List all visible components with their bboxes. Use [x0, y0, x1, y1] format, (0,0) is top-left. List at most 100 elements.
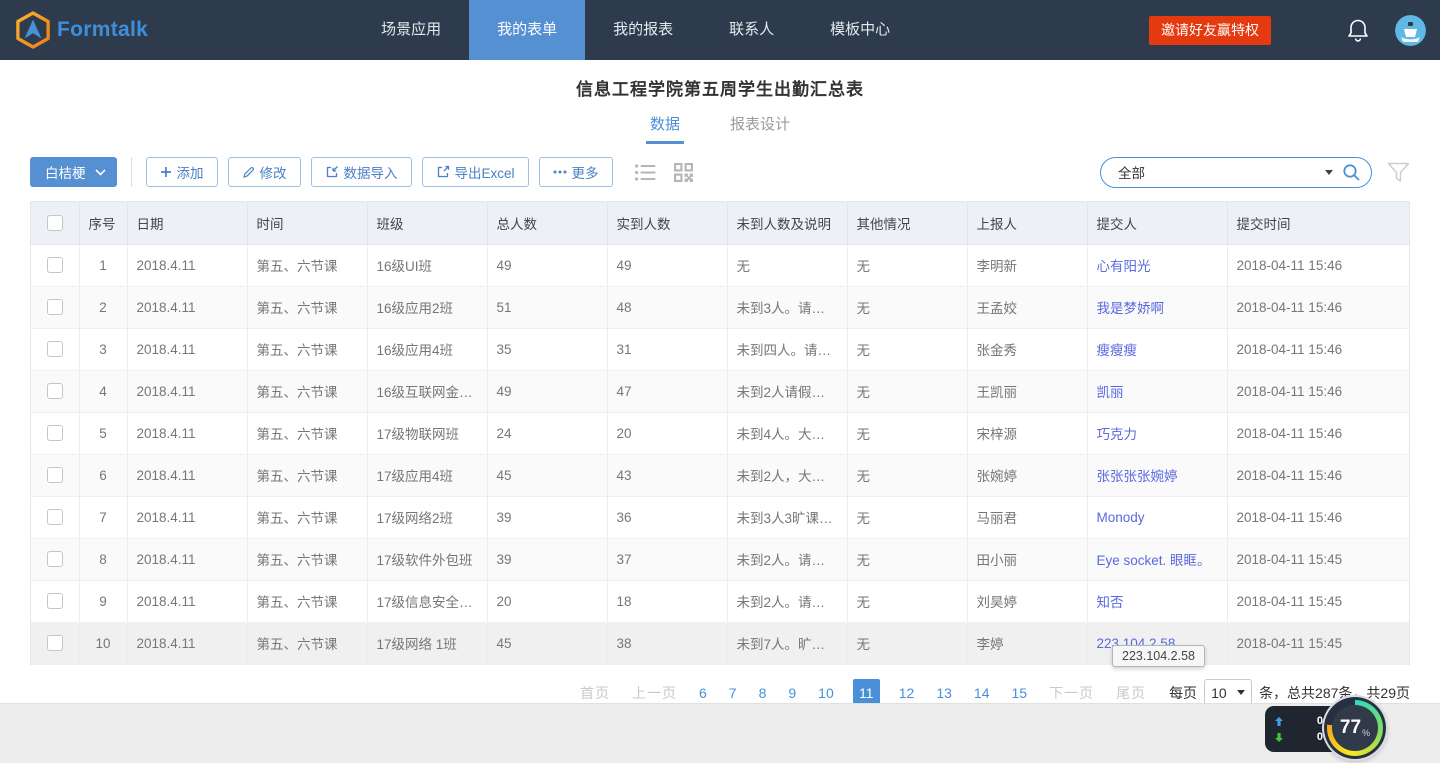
- row-checkbox[interactable]: [47, 425, 63, 441]
- form-selector-button[interactable]: 白桔梗: [30, 157, 117, 187]
- row-index-cell: 10: [79, 622, 127, 664]
- page-8[interactable]: 8: [759, 685, 767, 701]
- column-header-3: 班级: [367, 202, 487, 244]
- row-checkbox[interactable]: [47, 299, 63, 315]
- table-cell: 51: [487, 286, 607, 328]
- table-cell: 宋梓源: [967, 412, 1087, 454]
- page-13[interactable]: 13: [936, 685, 952, 701]
- table-cell: 第五、六节课: [247, 412, 367, 454]
- search-icon[interactable]: [1342, 163, 1361, 182]
- row-checkbox[interactable]: [47, 635, 63, 651]
- table-cell: 35: [487, 328, 607, 370]
- table-cell: 49: [607, 244, 727, 286]
- page-11[interactable]: 11: [853, 679, 880, 706]
- submitter-link[interactable]: 巧克力: [1097, 427, 1138, 442]
- data-import-button[interactable]: 数据导入: [311, 157, 412, 187]
- table-cell: 37: [607, 538, 727, 580]
- submitter-link[interactable]: 瘦瘦瘦: [1097, 343, 1138, 358]
- tab-report-design[interactable]: 报表设计: [726, 109, 794, 144]
- submitter-link[interactable]: 我是梦娇啊: [1097, 301, 1165, 316]
- nav-item-scene-apps[interactable]: 场景应用: [353, 0, 469, 60]
- table-cell: 16级应用2班: [367, 286, 487, 328]
- table-cell: 17级网络 1班: [367, 622, 487, 664]
- header-checkbox-cell: [31, 202, 79, 244]
- qr-code-icon[interactable]: [673, 162, 694, 183]
- export-excel-button[interactable]: 导出Excel: [422, 157, 529, 187]
- table-cell: 2018.4.11: [127, 496, 247, 538]
- submitter-cell: 巧克力: [1087, 412, 1227, 454]
- search-input[interactable]: [1116, 164, 1325, 181]
- tab-bar: 数据 报表设计: [0, 109, 1440, 144]
- download-speed-value: 0: [1317, 731, 1323, 743]
- nav-item-template-center[interactable]: 模板中心: [802, 0, 918, 60]
- page-9[interactable]: 9: [788, 685, 796, 701]
- avatar[interactable]: [1395, 15, 1426, 46]
- row-checkbox[interactable]: [47, 593, 63, 609]
- navbar-right: 邀请好友赢特权: [1149, 15, 1440, 46]
- page-12[interactable]: 12: [899, 685, 915, 701]
- table-header-row: 序号日期时间班级总人数实到人数未到人数及说明其他情况上报人提交人提交时间: [31, 202, 1409, 244]
- row-checkbox[interactable]: [47, 467, 63, 483]
- edit-button[interactable]: 修改: [228, 157, 301, 187]
- row-checkbox-cell: [31, 328, 79, 370]
- page-15[interactable]: 15: [1011, 685, 1027, 701]
- nav-item-contacts[interactable]: 联系人: [701, 0, 802, 60]
- add-button[interactable]: 添加: [146, 157, 218, 187]
- row-checkbox-cell: [31, 622, 79, 664]
- table-cell: 2018-04-11 15:46: [1227, 286, 1409, 328]
- tab-data[interactable]: 数据: [646, 109, 684, 144]
- row-checkbox-cell: [31, 580, 79, 622]
- filter-funnel-icon[interactable]: [1387, 162, 1410, 183]
- submitter-link[interactable]: 知否: [1097, 595, 1124, 610]
- pagination-next[interactable]: 下一页: [1049, 683, 1094, 703]
- row-checkbox-cell: [31, 286, 79, 328]
- column-header-4: 总人数: [487, 202, 607, 244]
- search-box[interactable]: [1100, 157, 1372, 188]
- row-checkbox[interactable]: [47, 551, 63, 567]
- submitter-link[interactable]: 张张张张婉婷: [1097, 469, 1178, 484]
- invite-button[interactable]: 邀请好友赢特权: [1149, 16, 1271, 45]
- row-checkbox[interactable]: [47, 509, 63, 525]
- page-14[interactable]: 14: [974, 685, 990, 701]
- list-view-icon[interactable]: [635, 164, 656, 181]
- table-cell: 无: [847, 538, 967, 580]
- pagination-last[interactable]: 尾页: [1116, 683, 1146, 703]
- pagination-first[interactable]: 首页: [580, 683, 610, 703]
- per-page-control: 每页 10 条，总共287条，共29页: [1169, 679, 1410, 706]
- row-checkbox[interactable]: [47, 341, 63, 357]
- table-cell: 49: [487, 370, 607, 412]
- table-cell: 未到四人。请假…: [727, 328, 847, 370]
- submitter-cell: Monody: [1087, 496, 1227, 538]
- submitter-cell: 瘦瘦瘦: [1087, 328, 1227, 370]
- per-page-select[interactable]: 10: [1204, 679, 1252, 706]
- page-10[interactable]: 10: [818, 685, 834, 701]
- column-header-9: 提交人: [1087, 202, 1227, 244]
- pagination-prev[interactable]: 上一页: [632, 683, 677, 703]
- more-button[interactable]: 更多: [539, 157, 613, 187]
- per-page-label: 每页: [1169, 683, 1197, 703]
- table-cell: 王孟姣: [967, 286, 1087, 328]
- row-checkbox-cell: [31, 454, 79, 496]
- search-dropdown-caret-icon[interactable]: [1325, 170, 1333, 175]
- usage-percent: 77 %: [1332, 705, 1378, 751]
- submitter-link[interactable]: Eye socket. 眼眶。: [1097, 553, 1211, 568]
- submitter-link[interactable]: Monody: [1097, 510, 1145, 525]
- page-6[interactable]: 6: [699, 685, 707, 701]
- select-all-checkbox[interactable]: [47, 215, 63, 231]
- row-checkbox[interactable]: [47, 257, 63, 273]
- table-row: 12018.4.11第五、六节课16级UI班4949无无李明新心有阳光2018-…: [31, 244, 1409, 286]
- column-header-7: 其他情况: [847, 202, 967, 244]
- bell-icon[interactable]: [1347, 18, 1369, 43]
- pagination-summary: 条，总共287条，共29页: [1259, 683, 1410, 703]
- brand-logo[interactable]: Formtalk: [16, 11, 148, 49]
- row-checkbox[interactable]: [47, 383, 63, 399]
- table-cell: 2018-04-11 15:46: [1227, 328, 1409, 370]
- submitter-link[interactable]: 凯丽: [1097, 385, 1124, 400]
- page-7[interactable]: 7: [729, 685, 737, 701]
- memory-usage-widget[interactable]: 77 %: [1324, 697, 1386, 759]
- submitter-cell: 凯丽: [1087, 370, 1227, 412]
- table-cell: 49: [487, 244, 607, 286]
- nav-item-my-forms[interactable]: 我的表单: [469, 0, 585, 60]
- nav-item-my-reports[interactable]: 我的报表: [585, 0, 701, 60]
- submitter-link[interactable]: 心有阳光: [1097, 259, 1151, 274]
